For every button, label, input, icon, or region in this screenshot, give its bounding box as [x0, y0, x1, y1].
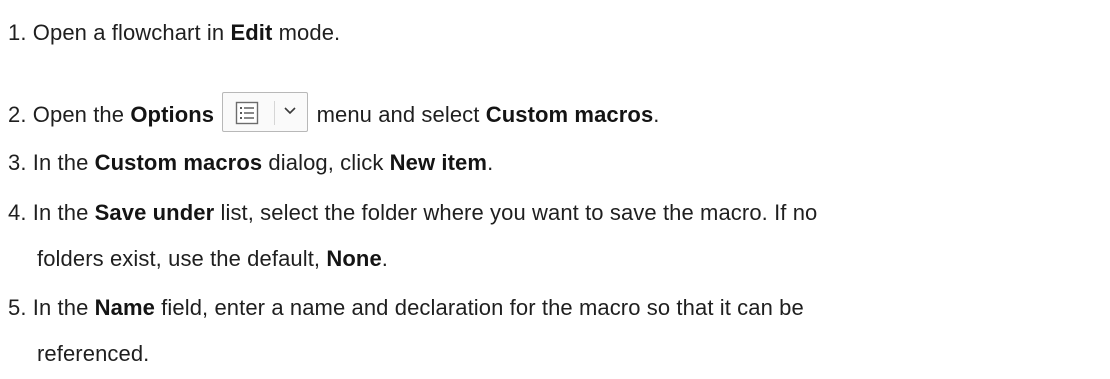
step-5-continued: referenced. [37, 341, 149, 367]
list-icon [236, 101, 259, 125]
step-number: 1. [8, 20, 27, 45]
step-5: 5. In the Name field, enter a name and d… [8, 295, 804, 321]
instruction-steps: 1. Open a flowchart in Edit mode. 2. Ope… [0, 0, 1110, 379]
step-text: Open a flowchart in [26, 20, 231, 45]
step-number: 5. [8, 295, 27, 320]
step-text: dialog, click [262, 150, 390, 175]
step-text: Open the [26, 102, 131, 127]
ui-term-new-item: New item [389, 150, 488, 175]
ui-term-name: Name [94, 295, 155, 320]
step-text: In the [26, 200, 95, 225]
step-number: 3. [8, 150, 27, 175]
step-text: folders exist, use the default, [37, 246, 327, 271]
step-text: field, enter a name and declaration for … [154, 295, 804, 320]
step-text: mode. [272, 20, 341, 45]
step-4: 4. In the Save under list, select the fo… [8, 200, 817, 226]
ui-term-custom-macros: Custom macros [485, 102, 654, 127]
ui-term-edit: Edit [230, 20, 273, 45]
step-1: 1. Open a flowchart in Edit mode. [8, 20, 340, 46]
step-number: 4. [8, 200, 27, 225]
ui-term-options: Options [130, 102, 215, 127]
step-text: In the [26, 295, 95, 320]
step-text: referenced. [37, 341, 150, 366]
options-menu-icon [222, 92, 309, 132]
chevron-down-icon [284, 107, 296, 115]
ui-term-custom-macros: Custom macros [94, 150, 263, 175]
ui-term-none: None [326, 246, 382, 271]
step-text: menu and select [316, 102, 486, 127]
step-2: 2. Open the Options menu and select Cust… [8, 92, 660, 132]
step-text: . [487, 150, 494, 175]
step-text: . [381, 246, 388, 271]
step-text: list, select the folder where you want t… [214, 200, 818, 225]
step-4-continued: folders exist, use the default, None. [37, 246, 388, 272]
step-3: 3. In the Custom macros dialog, click Ne… [8, 150, 493, 176]
step-number: 2. [8, 102, 27, 127]
step-text: In the [26, 150, 95, 175]
ui-term-save-under: Save under [94, 200, 215, 225]
step-text: . [653, 102, 660, 127]
